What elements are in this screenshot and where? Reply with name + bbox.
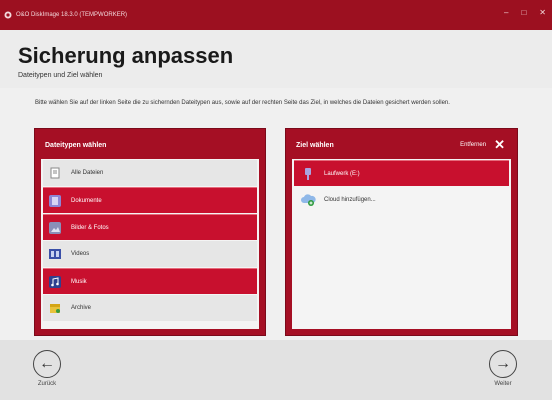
documents-icon [47, 193, 63, 209]
file-type-music[interactable]: Musik [43, 268, 257, 294]
app-logo-icon [4, 11, 12, 19]
footer-bar [0, 340, 552, 400]
instructions-text: Bitte wählen Sie auf der linken Seite di… [35, 100, 450, 106]
remove-label: Entfernen [460, 142, 487, 148]
file-types-list: Alle Dateien Dokumente Bilder & Fotos Vi… [41, 159, 259, 329]
file-type-videos[interactable]: Videos [43, 241, 257, 267]
page-title: Sicherung anpassen [18, 43, 234, 68]
all-files-icon [47, 165, 63, 181]
window-controls: – □ ✕ [504, 9, 546, 17]
target-label: Cloud hinzufügen... [324, 197, 376, 203]
back-label: Zurück [37, 381, 57, 387]
close-icon: ✕ [494, 137, 505, 152]
file-type-label: Alle Dateien [71, 170, 104, 176]
file-type-archive[interactable]: Archive [43, 295, 257, 321]
maximize-icon[interactable]: □ [521, 9, 526, 17]
file-type-label: Archive [71, 305, 92, 311]
page-header: Sicherung anpassen Dateitypen und Ziel w… [0, 30, 552, 88]
arrow-left-icon: ← [33, 350, 61, 378]
target-label: Laufwerk (E:) [324, 170, 360, 177]
next-label: Weiter [494, 381, 512, 387]
cloud-add-icon [300, 192, 316, 208]
next-button[interactable]: → Weiter [488, 350, 518, 387]
target-list: Laufwerk (E:) Cloud hinzufügen... [292, 159, 511, 329]
videos-icon [47, 246, 63, 262]
archive-icon [47, 300, 63, 316]
drive-icon [300, 166, 316, 182]
file-type-label: Videos [71, 251, 90, 257]
file-type-label: Dokumente [71, 197, 102, 204]
page-subtitle: Dateitypen und Ziel wählen [18, 72, 103, 79]
title-bar: O&O DiskImage 18.3.0 (TEMPWORKER) – □ ✕ [0, 0, 552, 30]
file-type-label: Bilder & Fotos [71, 224, 109, 231]
target-panel: Ziel wählen Entfernen ✕ Laufwerk (E:) Cl… [285, 128, 518, 336]
file-type-label: Musik [71, 278, 87, 285]
file-type-all-files[interactable]: Alle Dateien [43, 160, 257, 186]
close-icon[interactable]: ✕ [539, 9, 546, 17]
file-types-heading: Dateitypen wählen [45, 141, 107, 149]
file-type-documents[interactable]: Dokumente [43, 187, 257, 213]
music-icon [47, 274, 63, 290]
pictures-icon [47, 220, 63, 236]
remove-target-button[interactable]: Entfernen ✕ [460, 137, 505, 152]
file-types-panel: Dateitypen wählen Alle Dateien Dokumente… [34, 128, 266, 336]
target-add-cloud[interactable]: Cloud hinzufügen... [294, 187, 509, 213]
target-drive-e[interactable]: Laufwerk (E:) [294, 160, 509, 186]
back-button[interactable]: ← Zurück [32, 350, 62, 387]
file-type-pictures[interactable]: Bilder & Fotos [43, 214, 257, 240]
arrow-right-icon: → [489, 350, 517, 378]
window-title: O&O DiskImage 18.3.0 (TEMPWORKER) [16, 12, 128, 18]
minimize-icon[interactable]: – [504, 9, 508, 17]
